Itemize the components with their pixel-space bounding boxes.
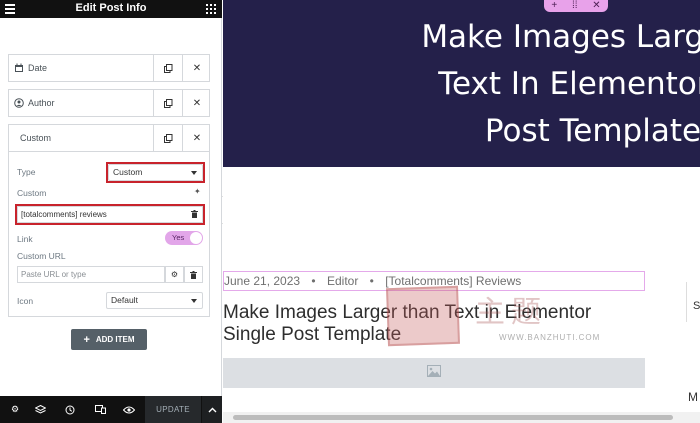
watermark-url: WWW.BANZHUTI.COM: [499, 333, 601, 342]
featured-image-placeholder[interactable]: [223, 358, 645, 388]
duplicate-icon[interactable]: [153, 125, 182, 151]
type-select[interactable]: Custom: [108, 164, 203, 181]
repeater-item-label: Author: [28, 98, 55, 108]
sidebar-divider: [686, 282, 687, 322]
meta-author: Editor: [326, 274, 359, 288]
meta-date: June 21, 2023: [224, 274, 301, 288]
layers-icon[interactable]: [25, 396, 55, 423]
sidebar-text-s: S: [693, 300, 700, 312]
repeater-item-label: Custom: [20, 133, 52, 143]
update-button[interactable]: UPDATE: [145, 396, 201, 423]
user-circle-icon: [14, 98, 24, 108]
meta-separator: •: [311, 274, 316, 288]
repeater-item-custom[interactable]: Custom ✕: [8, 124, 210, 152]
calendar-icon: [14, 63, 24, 73]
link-toggle-label: Yes: [172, 233, 185, 242]
panel-title: Edit Post Info: [75, 2, 147, 14]
preview-eye-icon[interactable]: [114, 396, 144, 423]
dynamic-tags-icon[interactable]: ✦: [194, 187, 201, 196]
custom-item-controls: Type Custom Custom ✦ [totalcomments] rev…: [8, 152, 210, 317]
plus-icon: +: [83, 333, 90, 346]
custom-text-value: [totalcomments] reviews: [21, 210, 107, 219]
custom-label: Custom: [17, 188, 47, 198]
custom-url-placeholder: Paste URL or type: [21, 270, 87, 279]
elementor-panel: Edit Post Info Date ✕ Author ✕ Custom ✕ …: [0, 0, 222, 423]
scrollbar-thumb[interactable]: [233, 415, 673, 420]
duplicate-icon[interactable]: [153, 90, 182, 116]
remove-icon[interactable]: ✕: [182, 90, 211, 116]
page-preview: Make Images Larger T Text In Elementor S…: [223, 0, 700, 423]
image-icon: [427, 364, 441, 382]
link-label: Link: [17, 234, 33, 244]
hero-section[interactable]: Make Images Larger T Text In Elementor S…: [223, 0, 700, 167]
drag-handle-icon[interactable]: ⁞⁞: [572, 0, 578, 11]
toggle-knob: [190, 232, 202, 244]
url-trash-icon[interactable]: [184, 266, 203, 283]
repeater-item-author[interactable]: Author ✕: [8, 89, 210, 117]
custom-url-input[interactable]: Paste URL or type: [17, 266, 165, 283]
chevron-down-icon: [191, 171, 197, 175]
section-handle[interactable]: + ⁞⁞ ✕: [544, 0, 608, 12]
sidebar-text-m: M: [688, 390, 698, 404]
repeater-item-title[interactable]: Date: [9, 55, 153, 81]
meta-separator: •: [369, 274, 374, 288]
add-section-plus-icon[interactable]: +: [551, 0, 557, 11]
icon-label: Icon: [17, 296, 34, 306]
custom-url-label: Custom URL: [17, 251, 66, 261]
add-item-button[interactable]: + ADD ITEM: [71, 329, 147, 350]
chevron-up-icon[interactable]: [202, 396, 222, 423]
horizontal-scrollbar[interactable]: [223, 412, 700, 423]
panel-header: Edit Post Info: [0, 0, 222, 18]
watermark-stamp: [386, 285, 460, 347]
type-label: Type: [17, 167, 36, 177]
custom-text-input[interactable]: [totalcomments] reviews: [17, 206, 203, 223]
widgets-grid-icon[interactable]: [206, 4, 216, 14]
watermark-text: 主题: [475, 295, 547, 330]
url-settings-gear-icon[interactable]: ⚙: [165, 266, 184, 283]
remove-icon[interactable]: ✕: [182, 125, 211, 151]
repeater-item-date[interactable]: Date ✕: [8, 54, 210, 82]
duplicate-icon[interactable]: [153, 55, 182, 81]
repeater-item-title[interactable]: Author: [9, 90, 153, 116]
add-item-label: ADD ITEM: [95, 335, 135, 344]
icon-select[interactable]: Default: [106, 292, 203, 309]
hero-title: Make Images Larger T Text In Elementor S…: [421, 19, 700, 149]
panel-footer: ⚙ UPDATE: [0, 396, 222, 423]
repeater-item-title[interactable]: Custom: [9, 125, 153, 151]
responsive-mode-icon[interactable]: [85, 396, 115, 423]
watermark-logo: 主题 WWW.BANZHUTI.COM: [386, 285, 617, 349]
icon-select-value: Default: [111, 295, 138, 305]
history-icon[interactable]: [55, 396, 85, 423]
delete-section-close-icon[interactable]: ✕: [592, 0, 600, 11]
link-toggle[interactable]: Yes: [165, 231, 203, 245]
type-select-value: Custom: [113, 167, 143, 177]
chevron-down-icon: [191, 299, 197, 303]
trash-icon[interactable]: [191, 208, 198, 223]
repeater-item-label: Date: [28, 63, 48, 73]
remove-icon[interactable]: ✕: [182, 55, 211, 81]
